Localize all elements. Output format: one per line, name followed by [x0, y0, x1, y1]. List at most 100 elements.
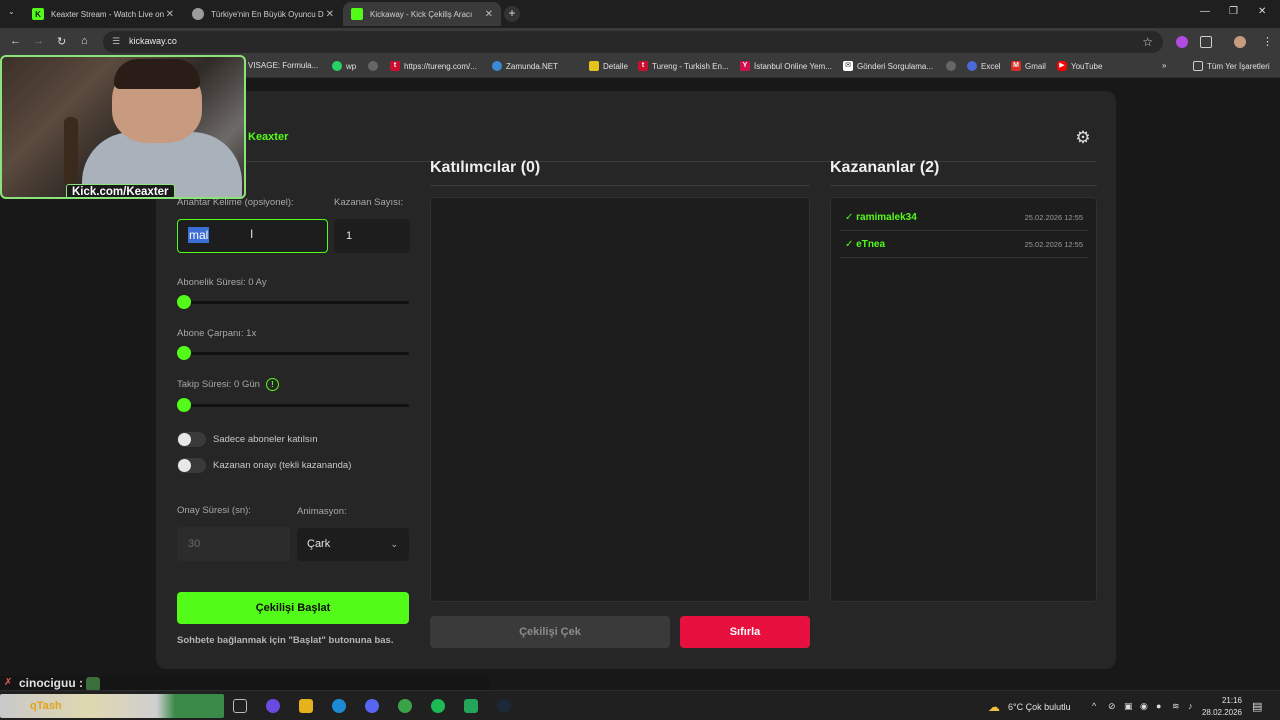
participants-title: Katılımcılar (0) [430, 159, 541, 176]
spotify-icon[interactable] [431, 699, 445, 713]
bookmark-globe-2[interactable] [946, 61, 960, 71]
slider-track [177, 404, 409, 407]
restore-icon[interactable]: ❐ [1229, 6, 1238, 17]
steam-icon[interactable] [497, 699, 511, 713]
winner-confirm-toggle[interactable] [177, 458, 206, 473]
weather-text[interactable]: 6°C Çok bulutlu [1008, 702, 1071, 712]
bookmarks-more-button[interactable]: » [1162, 61, 1166, 70]
copilot-icon[interactable] [266, 699, 280, 713]
bookmark-label: Gönderi Sorgulama... [857, 61, 934, 71]
slider-thumb[interactable] [177, 346, 191, 360]
forward-icon[interactable]: → [33, 35, 44, 47]
tab-search-chevron-icon[interactable]: ⌄ [8, 7, 15, 16]
menu-icon[interactable]: ⋮ [1262, 35, 1273, 48]
address-bar[interactable]: ☰ kickaway.co ☆ [103, 31, 1163, 53]
app-icon[interactable] [464, 699, 478, 713]
extension-icon[interactable] [1176, 36, 1188, 48]
divider [430, 185, 810, 186]
draw-giveaway-button[interactable]: Çekilişi Çek [430, 616, 670, 648]
new-tab-button[interactable]: + [504, 6, 520, 22]
gear-icon[interactable]: ⚙ [1072, 127, 1094, 149]
winner-row[interactable]: ✓ eTnea 25.02.2026 12:55 [840, 231, 1088, 258]
start-giveaway-button[interactable]: Çekilişi Başlat [177, 592, 409, 624]
tab-keaxter-stream[interactable]: K Keaxter Stream - Watch Live on ✕ [24, 2, 182, 26]
chrome-icon[interactable] [398, 699, 412, 713]
clock-date[interactable]: 28.02.2026 [1198, 708, 1242, 717]
bookmark-visage[interactable]: VISAGE: Formula... [248, 61, 318, 70]
winner-name: ✓ eTnea [845, 239, 886, 250]
url-text: kickaway.co [129, 36, 177, 46]
subscription-slider[interactable] [177, 295, 409, 309]
winners-list[interactable]: ✓ ramimalek34 25.02.2026 12:55 ✓ eTnea 2… [830, 197, 1097, 602]
multiplier-slider[interactable] [177, 346, 409, 360]
all-bookmarks-button[interactable]: Tüm Yer İşaretleri [1193, 61, 1270, 71]
reload-icon[interactable]: ↻ [57, 35, 66, 48]
winner-name: ✓ ramimalek34 [845, 212, 917, 223]
bookmark-istanbul-yemek[interactable]: Y İstanbul Online Yem... [740, 61, 832, 71]
info-icon[interactable]: ! [266, 378, 279, 391]
notification-icon[interactable]: ▤ [1252, 700, 1262, 713]
close-tab-icon[interactable]: ✕ [166, 9, 174, 20]
bookmark-label: Tüm Yer İşaretleri [1207, 61, 1270, 71]
bookmark-label: İstanbul Online Yem... [754, 61, 832, 71]
taskbar-overlay-label: qTash [30, 700, 62, 712]
bookmark-label: Tureng - Turkish En... [652, 61, 729, 71]
winner-confirm-label: Kazanan onayı (tekli kazananda) [213, 460, 352, 471]
slider-thumb[interactable] [177, 398, 191, 412]
tray-volume-icon[interactable]: ♪ [1188, 701, 1193, 711]
clock-time[interactable]: 21:16 [1204, 696, 1242, 705]
tray-network-off-icon[interactable]: ⊘ [1108, 701, 1116, 712]
subscribers-only-toggle[interactable] [177, 432, 206, 447]
winner-time: 25.02.2026 12:55 [1024, 240, 1083, 249]
follow-slider[interactable] [177, 398, 409, 412]
webcam-overlay: Kick.com/Keaxter [0, 55, 246, 199]
bookmark-excel[interactable]: Excel [967, 61, 1001, 71]
close-tab-icon[interactable]: ✕ [485, 9, 493, 20]
bookmark-tureng[interactable]: t Tureng - Turkish En... [638, 61, 729, 71]
tab-turkiye-oyuncu[interactable]: Türkiye'nin En Büyük Oyuncu D ✕ [184, 2, 342, 26]
tray-wifi-icon[interactable]: ≋ [1172, 701, 1180, 712]
bookmark-tureng-url[interactable]: t https://tureng.com/... [390, 61, 477, 71]
animation-select[interactable]: Çark ⌄ [297, 528, 409, 561]
weather-icon[interactable]: ☁ [988, 700, 1000, 714]
slider-track [177, 301, 409, 304]
bookmark-globe[interactable] [368, 61, 382, 71]
bookmark-gonderi[interactable]: ✉ Gönderi Sorgulama... [843, 61, 933, 71]
bookmark-zamunda[interactable]: Zamunda.NET [492, 61, 558, 71]
toggle-knob [178, 459, 191, 472]
bookmark-youtube[interactable]: ▶ YouTube [1057, 61, 1102, 71]
bookmark-star-icon[interactable]: ☆ [1142, 35, 1153, 49]
task-view-icon[interactable] [233, 699, 247, 713]
confirm-time-input[interactable]: 30 [177, 527, 290, 561]
close-tab-icon[interactable]: ✕ [326, 9, 334, 20]
bookmark-gmail[interactable]: M Gmail [1011, 61, 1046, 71]
discord-icon[interactable] [365, 699, 379, 713]
winner-count-input[interactable]: 1 [334, 219, 410, 253]
site-info-icon[interactable]: ☰ [112, 36, 120, 47]
close-window-icon[interactable]: ✕ [1258, 6, 1266, 17]
file-explorer-icon[interactable] [299, 699, 313, 713]
chevron-down-icon: ⌄ [390, 539, 398, 549]
profile-avatar[interactable] [1234, 36, 1246, 48]
extensions-puzzle-icon[interactable] [1200, 36, 1212, 48]
globe-icon [946, 61, 956, 71]
participants-list[interactable] [430, 197, 810, 602]
windows-taskbar: qTash ☁ 6°C Çok bulutlu ^ ⊘ ▣ ◉ ● ≋ ♪ 21… [0, 690, 1280, 720]
tray-app-icon[interactable]: ▣ [1124, 701, 1133, 712]
back-icon[interactable]: ← [10, 35, 21, 47]
zamunda-icon [492, 61, 502, 71]
webcam-guitar [64, 117, 78, 187]
bookmark-wp[interactable]: wp [332, 61, 356, 71]
edge-icon[interactable] [332, 699, 346, 713]
tab-kickaway[interactable]: Kickaway - Kick Çekiliş Aracı ✕ [343, 2, 501, 26]
follow-label: Takip Süresi: 0 Gün [177, 379, 260, 390]
minimize-icon[interactable]: — [1200, 6, 1210, 17]
slider-thumb[interactable] [177, 295, 191, 309]
home-icon[interactable]: ⌂ [81, 35, 88, 47]
winner-row[interactable]: ✓ ramimalek34 25.02.2026 12:55 [840, 204, 1088, 231]
tray-camera-icon[interactable]: ◉ [1140, 701, 1148, 712]
tray-chevron-icon[interactable]: ^ [1092, 701, 1096, 711]
bookmark-detalle[interactable]: Detalle [589, 61, 628, 71]
reset-button[interactable]: Sıfırla [680, 616, 810, 648]
tray-mic-icon[interactable]: ● [1156, 701, 1161, 711]
